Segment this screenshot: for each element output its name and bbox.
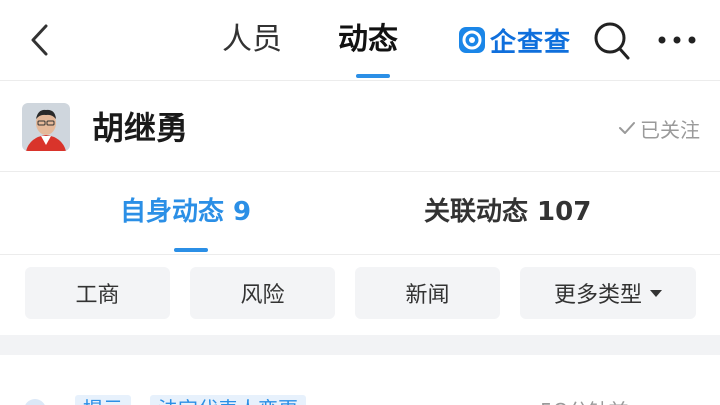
filter-label: 工商 xyxy=(75,283,120,308)
tab-activity[interactable]: 动态 xyxy=(338,20,398,60)
filter-bar: 工商 风险 新闻 更多类型 xyxy=(0,255,720,335)
tab-related-activity[interactable]: 关联动态 107 xyxy=(424,194,591,230)
tab-own-activity[interactable]: 自身动态 9 xyxy=(120,194,251,230)
activity-subtabs: 自身动态 9 关联动态 107 xyxy=(0,172,720,255)
person-photo-icon xyxy=(22,103,70,151)
more-horizontal-icon xyxy=(658,36,696,44)
chevron-left-icon xyxy=(31,24,48,56)
active-subtab-indicator xyxy=(174,248,208,252)
event-time: 5Q分钟前 xyxy=(540,395,628,405)
filter-more-types[interactable]: 更多类型 xyxy=(520,267,696,319)
event-tag: 提示 xyxy=(75,395,131,405)
follow-label: 已关注 xyxy=(640,117,700,142)
event-dot-icon xyxy=(24,399,46,405)
more-button[interactable] xyxy=(652,26,702,54)
filter-risk[interactable]: 风险 xyxy=(190,267,335,319)
top-bar: 人员 动态 企查查 xyxy=(0,0,720,81)
list-item[interactable]: 提示 法定代表人变更 5Q分钟前 xyxy=(0,355,720,405)
filter-label: 风险 xyxy=(240,283,285,308)
brand: 企查查 xyxy=(458,24,572,58)
back-button[interactable] xyxy=(20,20,60,60)
active-tab-indicator xyxy=(356,74,390,78)
person-name: 胡继勇 xyxy=(92,109,189,147)
tab-people[interactable]: 人员 xyxy=(222,20,282,60)
check-icon xyxy=(619,122,635,134)
filter-label: 更多类型 xyxy=(553,283,642,308)
search-button[interactable] xyxy=(592,20,632,62)
search-icon xyxy=(594,22,630,60)
filter-business[interactable]: 工商 xyxy=(25,267,170,319)
event-tag: 法定代表人变更 xyxy=(150,395,306,405)
avatar[interactable] xyxy=(22,103,70,151)
caret-down-icon xyxy=(650,289,662,297)
follow-status[interactable]: 已关注 xyxy=(618,115,700,142)
profile-row: 胡继勇 已关注 xyxy=(0,81,720,172)
section-divider xyxy=(0,335,720,355)
filter-label: 新闻 xyxy=(405,283,450,308)
brand-name: 企查查 xyxy=(490,27,572,58)
filter-news[interactable]: 新闻 xyxy=(355,267,500,319)
qichacha-logo-icon xyxy=(459,27,485,53)
